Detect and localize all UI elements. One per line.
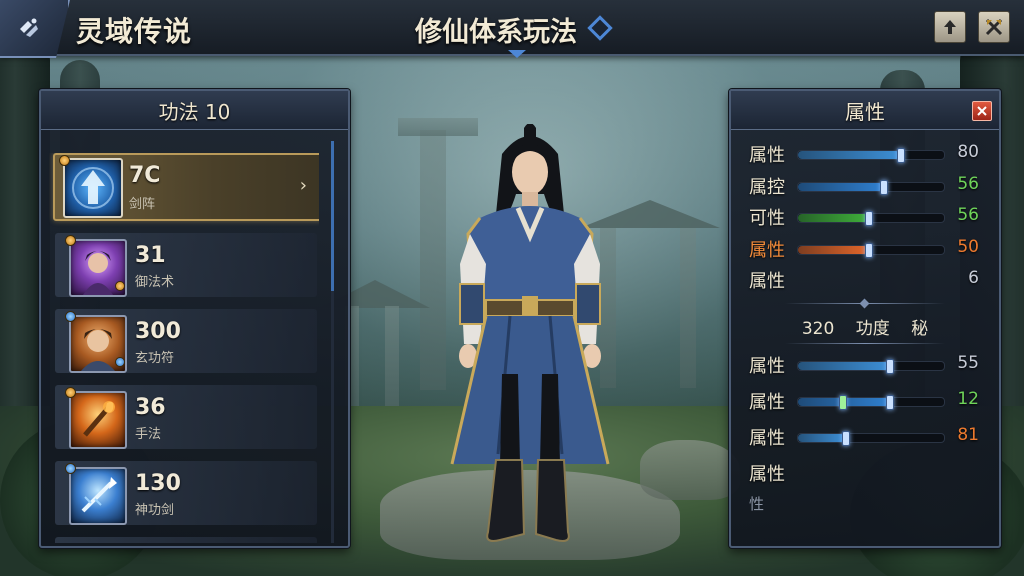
- gem-icon: [65, 311, 76, 322]
- skill-value: 36: [135, 395, 166, 420]
- arrow-up-icon: [944, 20, 956, 34]
- page-title: 修仙体系玩法: [415, 17, 577, 48]
- stat-bar: [797, 242, 945, 258]
- stat-label: 属性: [749, 356, 785, 377]
- stats-panel-title: 属性: [731, 91, 999, 130]
- divider: [785, 343, 945, 344]
- skill-subtitle: 神功剑: [135, 503, 175, 518]
- skills-panel: 功法 10 7C 剑阵 › 31 御法术 300 玄功符 36 手法 130 神…: [39, 89, 350, 548]
- battle-button[interactable]: [978, 11, 1010, 43]
- skill-item-selected[interactable]: 7C 剑阵 ›: [53, 153, 319, 221]
- title-notch: [508, 50, 526, 58]
- stat-row: 属性 12: [731, 386, 999, 416]
- gem-icon: [115, 357, 125, 367]
- gem-icon: [65, 387, 76, 398]
- skill-subtitle: 手法: [135, 427, 162, 442]
- stat-value: 81: [957, 425, 979, 445]
- stat-bar-fill: [798, 214, 869, 222]
- stat-bar: [797, 359, 945, 374]
- stat-bar: [797, 395, 945, 410]
- arrow-rune-icon: [63, 158, 123, 218]
- stat-row: 属性: [731, 458, 999, 488]
- stat-bar-knob[interactable]: [897, 148, 906, 163]
- stat-bar-knob[interactable]: [865, 242, 874, 258]
- stat-bar-knob[interactable]: [885, 395, 894, 410]
- scrollbar[interactable]: [331, 141, 334, 543]
- character-figure[interactable]: [440, 123, 620, 564]
- stat-bar-fill: [798, 182, 883, 191]
- skill-item[interactable]: 31 御法术: [55, 233, 317, 297]
- stat-label: 属性: [749, 239, 785, 261]
- skill-item-partial[interactable]: [55, 537, 317, 543]
- stat-value: 80: [957, 142, 979, 162]
- stat-label: 属性: [749, 428, 785, 449]
- skill-subtitle: 御法术: [135, 275, 175, 290]
- section-label-secondary: 秘: [911, 319, 929, 339]
- skill-subtitle: 剑阵: [129, 197, 156, 212]
- skill-value: 31: [135, 243, 166, 268]
- section-label: 功度: [855, 319, 890, 339]
- stat-value: 50: [957, 236, 979, 257]
- stat-bar-knob[interactable]: [865, 211, 874, 226]
- stats-section-row: 320 功度 秘: [731, 314, 999, 340]
- stat-row: 属性 6: [731, 265, 999, 295]
- stat-bar-fill: [798, 151, 901, 159]
- skill-value: 300: [135, 319, 181, 344]
- section-value: 320: [801, 319, 835, 339]
- stat-row: 可性 56: [731, 202, 999, 232]
- stat-label: 属性: [749, 464, 785, 485]
- stat-bar-knob[interactable]: [885, 359, 894, 374]
- stat-bar: [797, 431, 945, 446]
- chevron-right-icon: ›: [299, 175, 307, 196]
- stat-row: 属性 55: [731, 350, 999, 380]
- stat-bar-fill: [798, 245, 869, 254]
- close-button[interactable]: [972, 101, 992, 121]
- stat-label: 属性: [749, 392, 785, 413]
- gem-icon: [65, 463, 76, 474]
- stat-bar-knob[interactable]: [879, 179, 888, 195]
- stat-value: 6: [968, 268, 979, 288]
- stat-value: 56: [957, 173, 979, 194]
- footer-label: 性: [749, 495, 765, 513]
- skill-value: 7C: [129, 163, 161, 188]
- stat-value: 56: [957, 205, 979, 225]
- stat-row: 属性 81: [731, 422, 999, 452]
- ice-spear-icon: [69, 467, 127, 525]
- close-icon: [977, 106, 987, 116]
- stat-value: 12: [957, 389, 979, 409]
- stat-bar: [797, 179, 945, 195]
- stat-row: 属性 80: [731, 139, 999, 169]
- stat-bar: [797, 148, 945, 163]
- stat-label: 属性: [749, 271, 785, 292]
- stat-bar-fill: [798, 434, 845, 442]
- stat-bar: [797, 211, 945, 226]
- skill-list: 7C 剑阵 › 31 御法术 300 玄功符 36 手法 130 神功剑: [49, 153, 319, 543]
- skill-item[interactable]: 36 手法: [55, 385, 317, 449]
- skills-panel-title: 功法 10: [41, 91, 348, 130]
- stats-panel: 属性 属性 80 属控 56 可性 56 属性 50 属性 6 320 功度 秘 属性 55 属性 12…: [729, 89, 1001, 548]
- upload-button[interactable]: [934, 11, 966, 43]
- stat-label: 可性: [749, 208, 785, 229]
- stat-bar-knob[interactable]: [841, 431, 850, 446]
- skill-subtitle: 玄功符: [135, 351, 175, 366]
- stat-row: 属性 50: [731, 234, 999, 264]
- diamond-icon: [587, 15, 613, 41]
- skill-item[interactable]: 300 玄功符: [55, 309, 317, 373]
- stat-row: 属控 56: [731, 171, 999, 201]
- stat-bar-knob[interactable]: [838, 395, 847, 410]
- stat-label: 属性: [749, 145, 785, 166]
- gem-icon: [59, 155, 70, 166]
- skill-item[interactable]: 130 神功剑: [55, 461, 317, 525]
- divider-diamond: [859, 298, 870, 309]
- gem-icon: [115, 281, 125, 291]
- stat-label: 属控: [749, 176, 785, 198]
- skill-value: 130: [135, 471, 181, 496]
- crossed-swords-icon: [985, 18, 1003, 36]
- stat-value: 55: [957, 353, 979, 373]
- gem-icon: [65, 235, 76, 246]
- top-bar: 灵域传说 修仙体系玩法: [0, 0, 1024, 58]
- scroll-thumb[interactable]: [331, 141, 334, 291]
- flame-staff-icon: [69, 391, 127, 449]
- stat-bar-fill: [798, 362, 889, 370]
